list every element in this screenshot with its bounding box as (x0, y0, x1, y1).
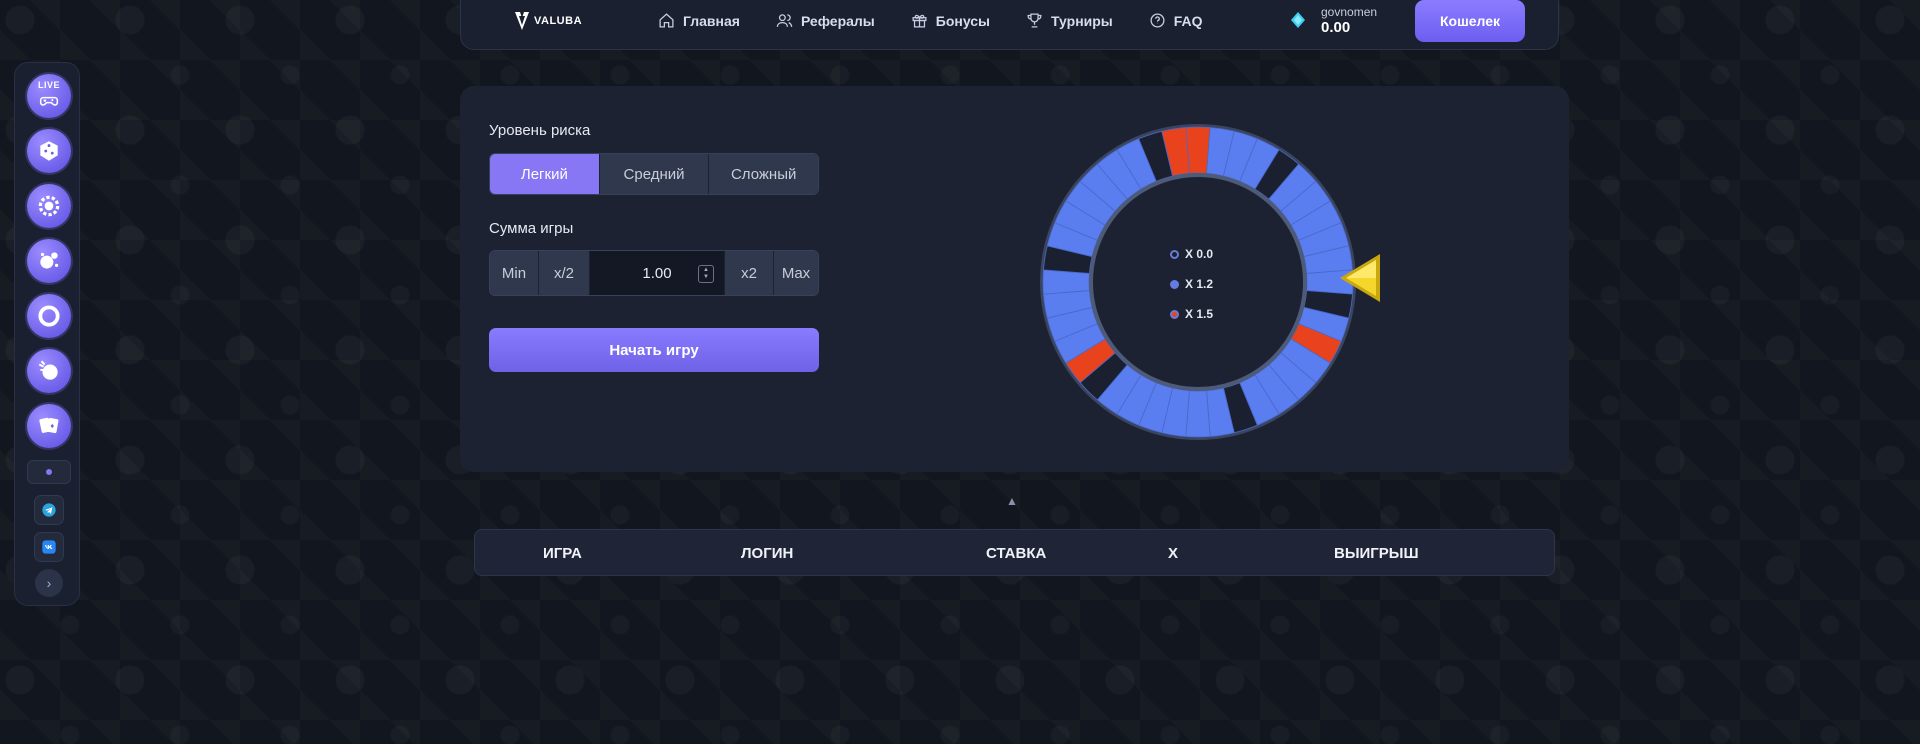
legend-dot (1170, 279, 1179, 289)
user-balance: govnomen 0.00 (1289, 4, 1377, 36)
sidebar-expand-button[interactable]: › (35, 569, 63, 597)
start-game-button[interactable]: Начать игру (489, 328, 819, 372)
question-icon (1150, 13, 1165, 28)
cards-game-button[interactable] (27, 404, 71, 448)
bet-half-button[interactable]: x/2 (539, 251, 590, 295)
telegram-icon (42, 503, 56, 517)
bet-max-button[interactable]: Max (774, 251, 818, 295)
home-icon (659, 13, 674, 28)
vk-link[interactable] (34, 532, 64, 562)
column-multiplier: X (1168, 545, 1179, 562)
wheel-pointer-icon (1340, 254, 1380, 302)
trophy-icon (1027, 13, 1042, 28)
ring-icon (38, 305, 60, 327)
wheel-game-button[interactable] (27, 184, 71, 228)
legend-dot (1170, 249, 1179, 259)
legend-item-x0: X 0.0 (1170, 239, 1213, 269)
column-win: ВЫИГРЫШ (1334, 545, 1419, 562)
multiplier-legend: X 0.0 X 1.2 X 1.5 (1170, 239, 1213, 329)
nav-referrals-label: Рефералы (800, 12, 875, 29)
column-login: ЛОГИН (741, 545, 794, 562)
nav-faq-label: FAQ (1173, 12, 1203, 29)
bet-stepper[interactable]: ▲ ▼ (698, 265, 714, 283)
wheel-segment (1042, 269, 1090, 295)
gift-icon (912, 14, 927, 28)
main-nav: Главная Рефералы Бонусы Турниры FAQ (658, 12, 1203, 29)
bet-amount-label: Сумма игры (489, 220, 574, 237)
legend-item-x12: X 1.2 (1170, 269, 1213, 299)
bet-double-button[interactable]: x2 (725, 251, 774, 295)
nav-faq[interactable]: FAQ (1149, 12, 1203, 29)
bet-amount-input[interactable] (620, 263, 694, 283)
valuba-logo-icon (515, 12, 529, 30)
cards-icon (39, 417, 59, 434)
risk-medium-button[interactable]: Средний (599, 154, 710, 194)
bet-min-button[interactable]: Min (490, 251, 539, 295)
dice-game-button[interactable] (27, 129, 71, 173)
column-game: ИГРА (543, 545, 582, 562)
vk-icon (42, 540, 56, 554)
risk-level-selector: Легкий Средний Сложный (489, 153, 819, 195)
nav-bonuses-label: Бонусы (935, 12, 991, 29)
dot-icon (46, 469, 52, 475)
diamond-icon (1291, 12, 1305, 28)
wallet-button[interactable]: Кошелек (1415, 0, 1525, 42)
wheel-gear-icon (38, 195, 60, 217)
bubbles-game-button[interactable] (27, 239, 71, 283)
logo[interactable]: VALUBA (513, 10, 582, 32)
sidebar-indicator[interactable] (27, 460, 71, 484)
logo-text: VALUBA (534, 15, 583, 27)
telegram-link[interactable] (34, 495, 64, 525)
ball-game-button[interactable] (27, 349, 71, 393)
stepper-up-icon: ▲ (703, 267, 709, 273)
nav-tournaments-label: Турниры (1051, 12, 1113, 29)
wheel-segment (1185, 126, 1211, 174)
collapse-arrow-icon[interactable]: ▲ (1006, 494, 1018, 508)
live-games-button[interactable]: LIVE (27, 74, 71, 118)
bet-input-wrapper: ▲▼ (590, 251, 725, 295)
ring-game-button[interactable] (27, 294, 71, 338)
wheel-game-panel: Уровень риска Легкий Средний Сложный Сум… (460, 86, 1569, 472)
legend-label: X 1.2 (1185, 277, 1214, 291)
users-icon (776, 14, 793, 27)
ball-icon (38, 360, 58, 380)
game-sidebar: LIVE › (14, 62, 80, 606)
legend-label: X 1.5 (1185, 307, 1214, 321)
bubbles-icon (40, 252, 59, 269)
legend-label: X 0.0 (1185, 247, 1214, 261)
stepper-down-icon: ▼ (703, 274, 709, 280)
nav-home-label: Главная (683, 12, 740, 29)
legend-item-x15: X 1.5 (1170, 299, 1213, 329)
column-bet: СТАВКА (986, 545, 1047, 562)
legend-dot (1170, 309, 1179, 319)
top-header: VALUBA Главная Рефералы Бонусы Турниры F… (460, 0, 1559, 50)
dice-icon (40, 141, 58, 161)
bet-amount-controls: Min x/2 ▲▼ x2 Max (489, 250, 819, 296)
risk-hard-button[interactable]: Сложный (709, 154, 818, 194)
gamepad-icon (39, 96, 59, 106)
nav-home[interactable]: Главная (658, 12, 740, 29)
nav-referrals[interactable]: Рефералы (776, 12, 875, 29)
nav-bonuses[interactable]: Бонусы (911, 12, 990, 29)
history-table-header: ИГРА ЛОГИН СТАВКА X ВЫИГРЫШ (474, 529, 1555, 576)
balance-amount: 0.00 (1321, 19, 1351, 36)
chevron-right-icon: › (46, 575, 52, 591)
username: govnomen (1321, 5, 1378, 19)
risk-level-label: Уровень риска (489, 122, 591, 139)
nav-tournaments[interactable]: Турниры (1026, 12, 1113, 29)
live-label: LIVE (37, 80, 60, 90)
wheel-segment (1185, 390, 1211, 438)
risk-easy-button[interactable]: Легкий (490, 154, 600, 194)
